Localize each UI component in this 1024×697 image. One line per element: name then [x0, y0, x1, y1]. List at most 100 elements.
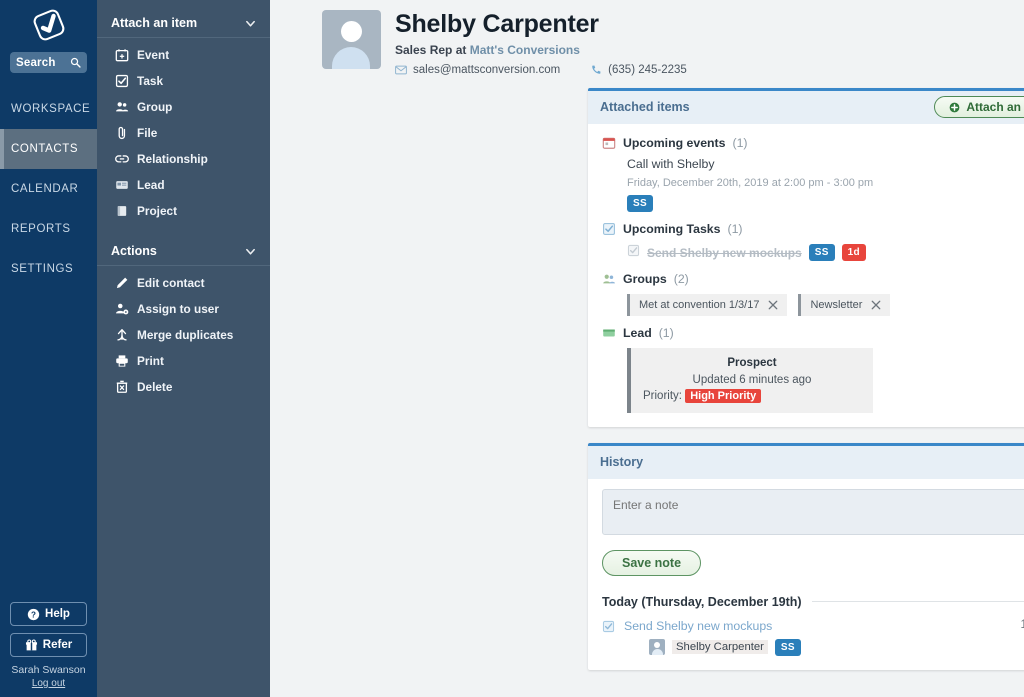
- sidebar-item-label: CONTACTS: [11, 143, 79, 155]
- sidebar-item-calendar[interactable]: CALENDAR: [0, 169, 97, 209]
- attach-item-project[interactable]: Project: [97, 198, 270, 224]
- attach-item-label: Relationship: [137, 152, 208, 166]
- action-delete[interactable]: Delete: [97, 374, 270, 400]
- attach-item-file[interactable]: File: [97, 120, 270, 146]
- check-diamond-logo-icon: [33, 9, 64, 41]
- groups-count: (2): [673, 271, 689, 286]
- logout-link[interactable]: Log out: [10, 678, 87, 689]
- action-print[interactable]: Print: [97, 348, 270, 374]
- people-icon: [115, 100, 129, 114]
- event-badges: SS: [627, 194, 1024, 212]
- checkbox-icon: [602, 222, 616, 236]
- action-merge-duplicates[interactable]: Merge duplicates: [97, 322, 270, 348]
- contact-email-link[interactable]: sales@mattsconversion.com: [395, 64, 560, 76]
- refer-button[interactable]: Refer: [10, 633, 87, 657]
- attach-item-label: Event: [137, 48, 170, 62]
- event-title[interactable]: Call with Shelby: [627, 157, 1024, 171]
- contact-job-title: Sales Rep at: [395, 42, 467, 57]
- contact-company-link[interactable]: Matt's Conversions: [470, 43, 580, 57]
- attach-item-relationship[interactable]: Relationship: [97, 146, 270, 172]
- person-gear-icon: [115, 302, 129, 316]
- attach-heading-label: Attach an item: [111, 16, 198, 30]
- checkbox-icon[interactable]: [627, 244, 640, 262]
- calendar-icon: [602, 136, 616, 150]
- history-entry-top: Send Shelby new mockups: [624, 619, 1020, 633]
- lead-priority: Priority: High Priority: [643, 388, 861, 403]
- note-input[interactable]: [602, 488, 1024, 535]
- search-placeholder: Search: [16, 56, 56, 69]
- task-row[interactable]: Send Shelby new mockups SS 1d: [627, 244, 1024, 262]
- people-icon: [602, 272, 616, 286]
- assignee-badge[interactable]: SS: [808, 244, 835, 262]
- chevron-down-icon: [246, 248, 255, 255]
- app-logo[interactable]: [0, 0, 97, 44]
- groups-label: Groups: [623, 271, 667, 286]
- close-icon[interactable]: [768, 300, 778, 310]
- chevron-down-icon: [246, 20, 255, 27]
- history-person-name[interactable]: Shelby Carpenter: [672, 640, 768, 655]
- avatar: [649, 639, 665, 656]
- contact-phone-text: (635) 245-2235: [608, 63, 687, 76]
- help-button[interactable]: ? Help: [10, 602, 87, 626]
- history-panel: History Save note Today (Thursday, Decem…: [588, 442, 1024, 670]
- contact-phone-link[interactable]: (635) 245-2235: [590, 64, 687, 76]
- close-icon[interactable]: [871, 300, 881, 310]
- current-user-name: Sarah Swanson: [11, 664, 86, 676]
- secondary-sidebar: Attach an item Event Task Group File Rel…: [97, 0, 270, 697]
- pencil-icon: [115, 276, 129, 290]
- page-title: Shelby Carpenter: [395, 10, 599, 38]
- checkbox-icon[interactable]: [602, 620, 615, 638]
- attach-item-label: Lead: [137, 178, 165, 192]
- sidebar-item-label: CALENDAR: [11, 183, 79, 195]
- lead-card[interactable]: Prospect Updated 6 minutes ago Priority:…: [627, 347, 873, 413]
- history-entry: Send Shelby new mockups Shelby Carpenter…: [602, 619, 1024, 656]
- attach-item-label: File: [137, 126, 158, 140]
- lead-priority-label: Priority:: [643, 389, 682, 402]
- group-chip-label: Newsletter: [810, 298, 863, 311]
- sidebar-item-settings[interactable]: SETTINGS: [0, 249, 97, 289]
- attach-item-group[interactable]: Group: [97, 94, 270, 120]
- attached-items-title: Attached items: [600, 100, 690, 115]
- actions-heading-label: Actions: [111, 244, 157, 258]
- upcoming-tasks-count: (1): [727, 221, 743, 236]
- attach-item-event[interactable]: Event: [97, 42, 270, 68]
- paperclip-icon: [115, 126, 129, 140]
- assignee-badge[interactable]: SS: [774, 638, 801, 656]
- attach-an-item-heading[interactable]: Attach an item: [97, 10, 270, 38]
- action-assign-to-user[interactable]: Assign to user: [97, 296, 270, 322]
- sidebar-item-contacts[interactable]: CONTACTS: [0, 129, 97, 169]
- link-icon: [115, 152, 129, 166]
- sidebar-item-workspace[interactable]: WORKSPACE: [0, 89, 97, 129]
- due-badge[interactable]: 1d: [841, 244, 866, 262]
- group-chip[interactable]: Met at convention 1/3/17: [627, 293, 788, 316]
- upcoming-events-count: (1): [732, 135, 748, 150]
- history-body: Save note Today (Thursday, December 19th…: [588, 479, 1024, 670]
- status-badge: High Priority: [685, 388, 762, 403]
- attach-item-lead[interactable]: Lead: [97, 172, 270, 198]
- card-icon: [602, 326, 616, 340]
- group-chip-label: Met at convention 1/3/17: [639, 298, 760, 311]
- card-icon: [115, 178, 129, 192]
- attach-an-item-button[interactable]: Attach an item: [934, 96, 1024, 119]
- primary-sidebar: Search WORKSPACE CONTACTS CALENDAR REPOR…: [0, 0, 97, 697]
- save-note-button[interactable]: Save note: [602, 549, 702, 576]
- gift-icon: [25, 638, 37, 650]
- checkbox-icon: [115, 74, 129, 88]
- phone-icon: [592, 65, 601, 74]
- group-chip[interactable]: Newsletter: [798, 293, 891, 316]
- contact-quick-links: sales@mattsconversion.com (635) 245-2235: [395, 64, 687, 76]
- assignee-badge[interactable]: SS: [627, 194, 653, 212]
- actions-heading[interactable]: Actions: [97, 238, 270, 266]
- sidebar-item-label: REPORTS: [11, 223, 71, 235]
- history-entry-main: Send Shelby new mockups Shelby Carpenter…: [624, 619, 1020, 656]
- group-chip-list: Met at convention 1/3/17 Newsletter: [627, 293, 1024, 316]
- history-entry-title[interactable]: Send Shelby new mockups: [624, 619, 772, 633]
- sidebar-item-reports[interactable]: REPORTS: [0, 209, 97, 249]
- primary-nav-list: WORKSPACE CONTACTS CALENDAR REPORTS SETT…: [0, 89, 97, 289]
- lead-row: Lead (1): [602, 326, 1024, 340]
- search-input[interactable]: Search: [10, 52, 87, 73]
- contact-email-text: sales@mattsconversion.com: [413, 63, 561, 76]
- attach-item-label: Group: [137, 100, 173, 114]
- attach-item-task[interactable]: Task: [97, 68, 270, 94]
- action-edit-contact[interactable]: Edit contact: [97, 270, 270, 296]
